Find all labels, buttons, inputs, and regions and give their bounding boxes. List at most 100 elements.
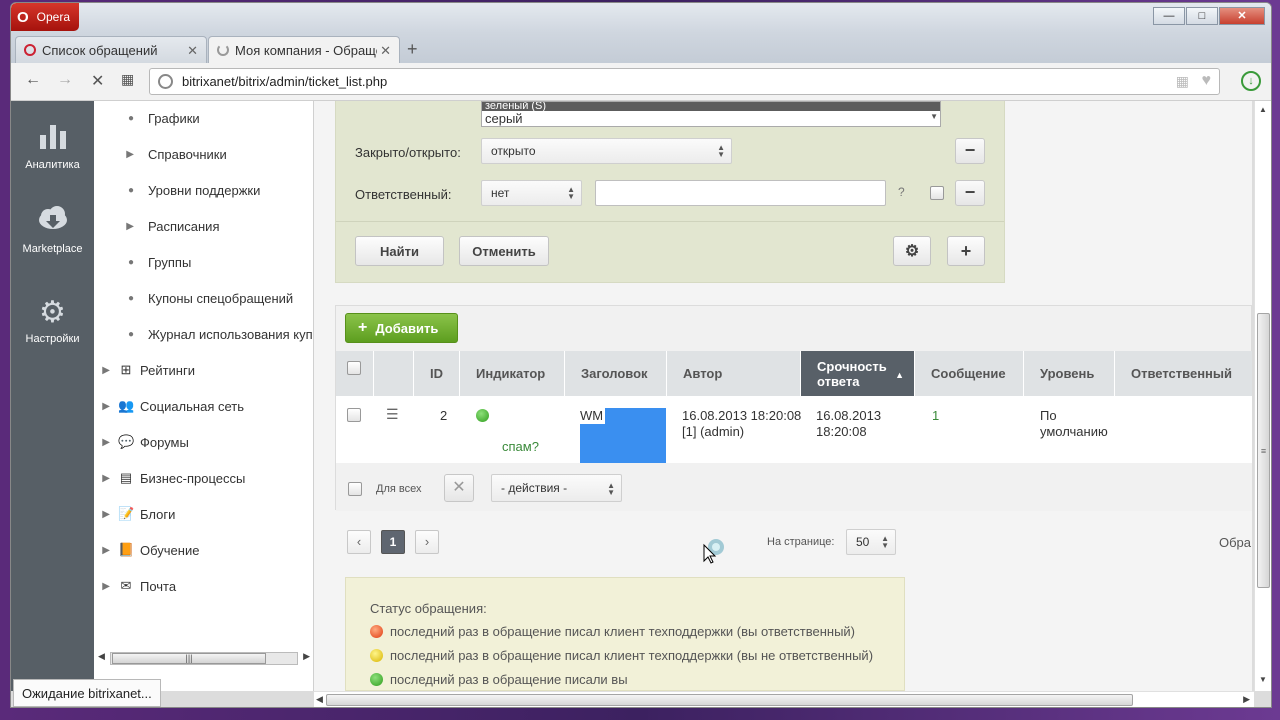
minimize-button[interactable]: — [1153,7,1185,25]
window-controls: — □ ✕ [1153,7,1265,25]
menu-item-directories[interactable]: ▶ Справочники [94,144,226,164]
responsible-checkbox[interactable] [930,186,944,200]
close-window-button[interactable]: ✕ [1219,7,1265,25]
discover-icon[interactable]: ▦ [1176,73,1189,90]
menu-item-groups[interactable]: ● Группы [94,252,191,272]
menu-item-learning[interactable]: ▶ 📙 Обучение [94,540,199,560]
menu-item-social-network[interactable]: ▶ 👥 Социальная сеть [94,396,244,416]
scroll-left-icon[interactable]: ◀ [98,651,105,662]
left-panel-marketplace[interactable]: Marketplace [11,205,94,255]
menu-item-mail[interactable]: ▶ ✉ Почта [94,576,176,596]
actions-select[interactable]: - действия - ▲ ▼ [491,474,622,502]
responsible-select[interactable]: нет ▲ ▼ [481,180,582,206]
remove-filter-button[interactable]: − [955,138,985,164]
responsible-input[interactable] [595,180,886,206]
add-filter-plus-icon[interactable]: + [947,236,985,266]
tab-my-company[interactable]: Моя компания - Обраще ✕ [208,36,400,63]
status-color-list[interactable]: зеленый (S) серый ▼ [481,101,941,127]
bullet-icon: ● [127,292,134,304]
row-messages-link[interactable]: 1 [932,408,939,424]
scroll-thumb[interactable]: ||| [112,653,266,664]
download-icon[interactable]: ↓ [1241,71,1261,91]
filter-divider [336,221,1004,222]
close-tab-icon[interactable]: ✕ [380,43,391,59]
menu-item-schedules[interactable]: ▶ Расписания [94,216,219,236]
delete-selected-button[interactable]: ✕ [444,474,474,502]
row-checkbox[interactable] [347,408,361,422]
expand-arrow-icon[interactable]: ▶ [94,581,118,592]
spam-link[interactable]: спам? [502,439,539,455]
vertical-scroll-thumb[interactable]: ≡ [1257,313,1270,588]
tab-ticket-list[interactable]: Список обращений ✕ [15,36,207,63]
scroll-down-icon[interactable]: ▼ [1259,675,1267,684]
add-ticket-button[interactable]: + Добавить [345,313,458,343]
left-panel-analytics[interactable]: Аналитика [11,121,94,171]
find-button[interactable]: Найти [355,236,444,266]
loading-spinner-icon [217,44,229,56]
scroll-right-icon[interactable]: ▶ [303,651,310,662]
address-field[interactable]: bitrixanet/bitrix/admin/ticket_list.php … [149,68,1220,95]
opera-menu-button[interactable]: O Opera [11,3,79,31]
menu-item-blogs[interactable]: ▶ 📝 Блоги [94,504,175,524]
title-cell[interactable]: WM [580,408,666,464]
list-option[interactable]: серый [482,111,940,127]
remove-filter-button[interactable]: − [955,180,985,206]
menu-item-coupons[interactable]: ● Купоны спецобращений [94,288,293,308]
menu-item-charts[interactable]: ● Графики [94,108,200,128]
horizontal-scroll-thumb[interactable] [326,694,1133,706]
per-page-select[interactable]: 50 ▲ ▼ [846,529,896,555]
expand-arrow-icon[interactable]: ▶ [94,509,118,520]
ticket-title-link[interactable]: WM [580,408,606,424]
forum-icon: 💬 [118,434,135,449]
expand-arrow-icon[interactable]: ▶ [94,401,118,412]
menu-item-business-processes[interactable]: ▶ ▤ Бизнес-процессы [94,468,245,488]
menu-item-support-levels[interactable]: ● Уровни поддержки [94,180,260,200]
menu-horizontal-scrollbar[interactable]: ◀ ||| ▶ [94,646,313,666]
expand-arrow-icon[interactable]: ▶ [94,545,118,556]
close-tab-icon[interactable]: ✕ [187,43,198,59]
expand-arrow-icon[interactable]: ▶ [94,149,142,160]
column-indicator[interactable]: Индикатор [460,351,565,396]
for-all-checkbox[interactable] [348,482,362,496]
expand-arrow-icon[interactable]: ▶ [94,473,118,484]
current-page-button[interactable]: 1 [381,530,405,554]
speed-dial-icon[interactable]: ▦ [121,71,134,88]
prev-page-button[interactable]: ‹ [347,530,371,554]
scroll-right-icon[interactable]: ▶ [1243,694,1250,705]
column-responsible[interactable]: Ответственный [1115,351,1252,396]
column-level[interactable]: Уровень [1024,351,1115,396]
heart-icon[interactable]: ♥ [1202,72,1212,90]
menu-item-ratings[interactable]: ▶ ⊞ Рейтинги [94,360,195,380]
table-row[interactable]: ☰ 2 спам? WM 16.08.2013 18:20:08 [1] (ad… [336,396,1252,464]
maximize-button[interactable]: □ [1186,7,1218,25]
row-menu-icon[interactable]: ☰ [386,406,399,422]
page-horizontal-scrollbar[interactable]: ◀ ▶ [314,691,1254,707]
column-title[interactable]: Заголовок [565,351,667,396]
help-icon[interactable]: ? [898,185,905,199]
expand-arrow-icon[interactable]: ▶ [94,437,118,448]
page-vertical-scrollbar[interactable]: ▲ ≡ ▼ [1254,101,1271,691]
scroll-down-icon[interactable]: ▼ [930,112,938,121]
filter-settings-gear-icon[interactable]: ⚙ [893,236,931,266]
expand-arrow-icon[interactable]: ▶ [94,221,142,232]
cancel-button[interactable]: Отменить [459,236,549,266]
closed-select[interactable]: открыто ▲ ▼ [481,138,732,164]
column-id[interactable]: ID [414,351,460,396]
list-option-selected[interactable]: зеленый (S) [482,102,940,111]
row-urgency: 16.08.2013 18:20:08 [816,408,882,439]
select-all-checkbox[interactable] [347,361,361,375]
next-page-button[interactable]: › [415,530,439,554]
menu-item-coupon-log[interactable]: ● Журнал использования куп [94,324,313,344]
new-tab-button[interactable]: + [407,39,418,60]
column-urgency[interactable]: Срочность ответа ▲ [801,351,915,396]
back-button[interactable]: ← [25,71,41,89]
menu-item-forums[interactable]: ▶ 💬 Форумы [94,432,189,452]
stop-button[interactable]: ✕ [91,71,104,91]
column-messages[interactable]: Сообщение [915,351,1024,396]
forward-button[interactable]: → [57,71,73,89]
left-panel-settings[interactable]: ⚙ Настройки [11,295,94,345]
column-author[interactable]: Автор [667,351,801,396]
expand-arrow-icon[interactable]: ▶ [94,365,118,376]
scroll-up-icon[interactable]: ▲ [1259,105,1267,114]
scroll-left-icon[interactable]: ◀ [316,694,323,705]
